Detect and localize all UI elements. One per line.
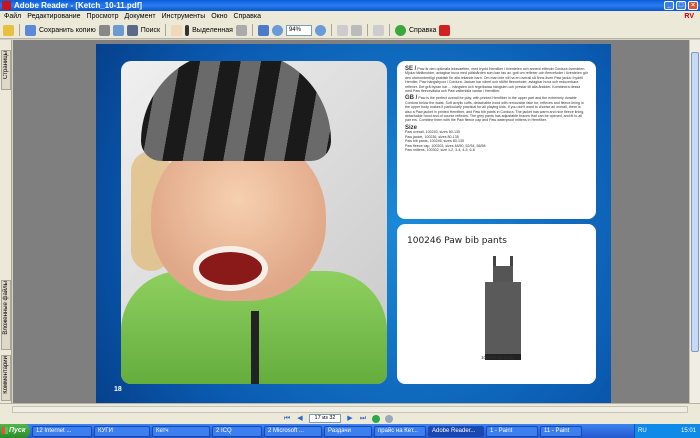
open-folder-icon[interactable] bbox=[3, 24, 14, 36]
task-internet[interactable]: 12 Internet ... bbox=[32, 425, 92, 437]
minimize-button[interactable]: _ bbox=[664, 1, 674, 10]
close-button[interactable]: × bbox=[688, 1, 698, 10]
bib-pants-image bbox=[483, 256, 523, 366]
help-icon[interactable] bbox=[394, 24, 406, 36]
toolbar: Сохранить копию Поиск Выделенная 94% Спр… bbox=[0, 22, 700, 39]
menu-window[interactable]: Окно bbox=[211, 13, 227, 20]
task-paint-11[interactable]: 11 - Paint bbox=[540, 425, 582, 437]
menu-view[interactable]: Просмотр bbox=[87, 13, 119, 20]
se-text: Pow är den optimala leksvaetten, med try… bbox=[405, 67, 588, 94]
hand-tool-icon[interactable] bbox=[171, 24, 183, 36]
gb-text: Paw is the perfect overall for play, wit… bbox=[405, 96, 585, 123]
back-view-icon[interactable] bbox=[372, 414, 380, 423]
zoom-in-icon[interactable] bbox=[314, 24, 326, 36]
system-tray: RU 15:01 bbox=[634, 424, 700, 438]
start-button[interactable]: Пуск bbox=[0, 424, 30, 438]
tab-pages[interactable]: Страницы bbox=[1, 50, 11, 90]
menu-tools[interactable]: Инструменты bbox=[162, 13, 206, 20]
zoom-field[interactable]: 94% bbox=[285, 24, 312, 36]
size-line: Paw mittens, 100302, size 1-2, 3-4, 4-5,… bbox=[405, 147, 475, 152]
tab-attachments[interactable]: Вложенные файлы bbox=[1, 280, 11, 350]
email-icon[interactable] bbox=[112, 24, 124, 36]
adobe-logo-icon bbox=[439, 24, 451, 36]
save-icon[interactable] bbox=[25, 24, 36, 36]
task-paint-1[interactable]: 1 - Paint bbox=[486, 425, 538, 437]
menu-help[interactable]: Справка bbox=[234, 13, 261, 20]
last-page-icon[interactable]: ⏭ bbox=[359, 415, 367, 423]
language-indicator[interactable]: RU bbox=[638, 424, 647, 438]
scroll-thumb[interactable] bbox=[691, 52, 699, 352]
forward-view-icon[interactable] bbox=[385, 414, 393, 423]
menu-bar: Файл Редактирование Просмотр Документ Ин… bbox=[0, 11, 700, 22]
taskbar: Пуск 12 Internet ... КУГИ Кетч 2 ICQ 2 M… bbox=[0, 424, 700, 438]
menu-edit[interactable]: Редактирование bbox=[27, 13, 80, 20]
binoculars-icon[interactable] bbox=[126, 24, 138, 36]
status-bar: ⏮ ◀ 17 из 32 ▶ ⏭ bbox=[0, 403, 700, 424]
horizontal-scrollbar[interactable] bbox=[12, 406, 688, 413]
adobe-reader-icon bbox=[2, 1, 11, 10]
fit-width-icon[interactable] bbox=[350, 24, 362, 36]
vertical-scrollbar[interactable] bbox=[689, 40, 700, 403]
tab-comments[interactable]: Комментарии bbox=[1, 355, 11, 401]
help-button[interactable]: Справка bbox=[409, 27, 436, 34]
task-adobe-reader[interactable]: Adobe Reader... bbox=[428, 425, 484, 437]
task-icq[interactable]: 2 ICQ bbox=[212, 425, 262, 437]
menu-document[interactable]: Документ bbox=[125, 13, 156, 20]
task-price[interactable]: прайс на Кет... bbox=[374, 425, 426, 437]
task-kugi[interactable]: КУГИ bbox=[94, 425, 150, 437]
title-bar: Adobe Reader - [Ketch_10-11.pdf] _ □ × bbox=[0, 0, 700, 11]
prev-page-icon[interactable]: ◀ bbox=[296, 415, 304, 423]
product-title: 100246 Paw bib pants bbox=[407, 236, 507, 246]
print-icon[interactable] bbox=[98, 24, 110, 36]
zoom-out-icon[interactable] bbox=[271, 24, 283, 36]
zoom-tool-icon[interactable] bbox=[257, 24, 269, 36]
menu-file[interactable]: Файл bbox=[4, 13, 21, 20]
navigation-panel: Страницы Вложенные файлы Комментарии bbox=[0, 40, 12, 403]
maximize-button[interactable]: □ bbox=[676, 1, 686, 10]
text-cursor-icon bbox=[185, 24, 190, 36]
first-page-icon[interactable]: ⏮ bbox=[283, 415, 291, 423]
windows-flag-icon bbox=[2, 427, 8, 434]
snapshot-icon[interactable] bbox=[235, 24, 247, 36]
task-microsoft[interactable]: 2 Microsoft ... bbox=[264, 425, 322, 437]
page-number: 18 bbox=[114, 386, 122, 393]
select-tool-button[interactable]: Выделенная bbox=[192, 27, 233, 34]
rv-label: RV bbox=[684, 13, 694, 20]
search-button[interactable]: Поиск bbox=[141, 27, 160, 34]
page-field[interactable]: 17 из 32 bbox=[309, 414, 341, 423]
rotate-icon[interactable] bbox=[372, 24, 384, 36]
next-page-icon[interactable]: ▶ bbox=[346, 415, 354, 423]
task-ketch[interactable]: Кетч bbox=[152, 425, 210, 437]
save-copy-button[interactable]: Сохранить копию bbox=[39, 27, 96, 34]
fit-page-icon[interactable] bbox=[336, 24, 348, 36]
clock: 15:01 bbox=[680, 428, 696, 434]
product-caption: 100246 62 Grey bbox=[481, 355, 514, 360]
child-photo bbox=[121, 61, 387, 384]
striped-hat bbox=[141, 61, 331, 161]
window-title: Adobe Reader - [Ketch_10-11.pdf] bbox=[14, 1, 143, 10]
task-razdachi[interactable]: Раздачи bbox=[324, 425, 372, 437]
product-card: 100246 Paw bib pants 100246 62 Grey bbox=[397, 224, 596, 384]
description-card: SE / Pow är den optimala leksvaetten, me… bbox=[397, 61, 596, 219]
